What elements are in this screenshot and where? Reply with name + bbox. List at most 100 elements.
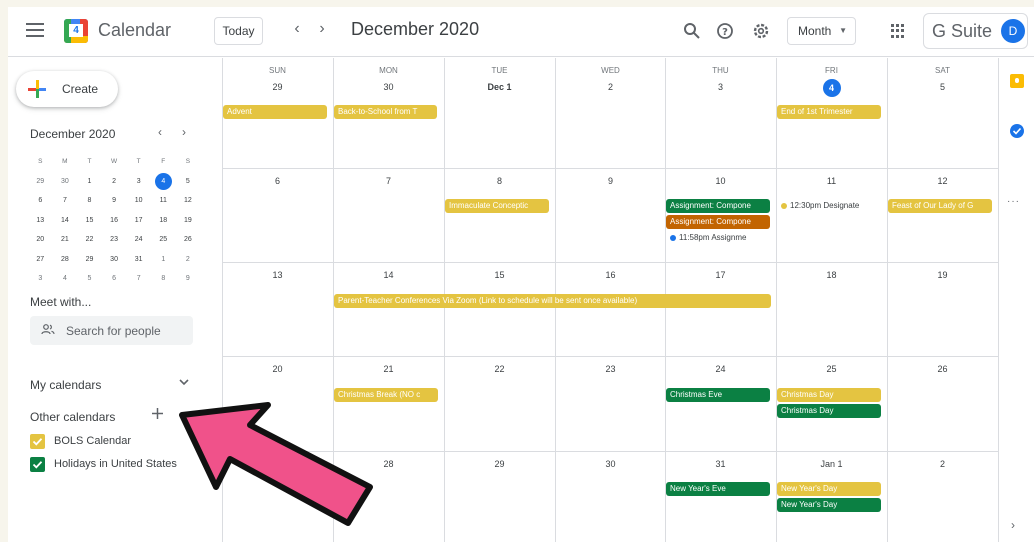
mini-calendar-prev-button[interactable]: ‹ <box>158 125 162 139</box>
event-chip[interactable]: Christmas Day <box>777 388 881 402</box>
search-people-input[interactable]: Search for people <box>30 316 193 345</box>
account-switcher[interactable]: G Suite D <box>923 13 1028 49</box>
event-chip[interactable]: Christmas Eve <box>666 388 770 402</box>
date-number[interactable]: 30 <box>555 459 666 469</box>
mini-day[interactable]: 30 <box>53 172 78 192</box>
event-chip[interactable]: Advent <box>223 105 327 119</box>
mini-day[interactable]: 30 <box>102 250 127 270</box>
mini-day[interactable]: 1 <box>151 250 176 270</box>
date-number[interactable]: 9 <box>555 176 666 186</box>
date-number[interactable]: 18 <box>776 270 887 280</box>
mini-day[interactable]: 25 <box>151 230 176 250</box>
event-chip[interactable]: Back-to-School from T <box>334 105 437 119</box>
date-number[interactable]: 26 <box>887 364 998 374</box>
date-number[interactable]: 5 <box>887 82 998 92</box>
date-number[interactable]: 25 <box>776 364 887 374</box>
date-number[interactable]: 15 <box>444 270 555 280</box>
event-chip[interactable]: Christmas Day <box>777 404 881 418</box>
mini-day[interactable]: 26 <box>176 230 201 250</box>
previous-period-button[interactable]: ‹ <box>288 20 306 38</box>
date-number[interactable]: 13 <box>222 270 333 280</box>
event-chip[interactable]: New Year's Eve <box>666 482 770 496</box>
date-number[interactable]: 31 <box>665 459 776 469</box>
mini-day[interactable]: 6 <box>28 191 53 211</box>
date-number[interactable]: 7 <box>333 176 444 186</box>
mini-day[interactable]: 20 <box>28 230 53 250</box>
checkbox-checked-icon[interactable] <box>30 457 45 472</box>
chevron-down-icon[interactable] <box>178 376 190 391</box>
help-icon[interactable]: ? <box>713 19 737 43</box>
mini-day[interactable]: 5 <box>77 269 102 289</box>
mini-day[interactable]: 27 <box>28 250 53 270</box>
mini-day[interactable]: 29 <box>77 250 102 270</box>
date-number[interactable]: 29 <box>444 459 555 469</box>
checkbox-checked-icon[interactable] <box>30 434 45 449</box>
date-number[interactable]: 6 <box>222 176 333 186</box>
mini-day[interactable]: 12 <box>176 191 201 211</box>
date-number[interactable]: 22 <box>444 364 555 374</box>
event-chip[interactable]: Assignment: Compone <box>666 215 770 229</box>
mini-day[interactable]: 14 <box>53 211 78 231</box>
add-calendar-plus-icon[interactable] <box>151 407 164 423</box>
mini-day[interactable]: 19 <box>176 211 201 231</box>
today-button[interactable]: Today <box>214 17 263 45</box>
mini-day-today[interactable]: 4 <box>151 172 176 192</box>
settings-gear-icon[interactable] <box>749 19 773 43</box>
mini-day[interactable]: 21 <box>53 230 78 250</box>
mini-day[interactable]: 18 <box>151 211 176 231</box>
next-period-button[interactable]: › <box>313 20 331 38</box>
date-number[interactable]: 19 <box>887 270 998 280</box>
mini-day[interactable]: 5 <box>176 172 201 192</box>
date-number[interactable]: 16 <box>555 270 666 280</box>
date-number[interactable]: 23 <box>555 364 666 374</box>
date-number[interactable]: 2 <box>887 459 998 469</box>
date-number[interactable]: Jan 1 <box>776 459 887 469</box>
date-number[interactable]: 24 <box>665 364 776 374</box>
date-number[interactable]: 11 <box>776 176 887 186</box>
mini-day[interactable]: 11 <box>151 191 176 211</box>
my-calendars-header[interactable]: My calendars <box>30 378 101 392</box>
date-number[interactable]: 29 <box>222 82 333 92</box>
avatar[interactable]: D <box>1001 19 1025 43</box>
main-menu-icon[interactable] <box>26 23 44 39</box>
event-chip-multiday[interactable]: Parent-Teacher Conferences Via Zoom (Lin… <box>334 294 771 308</box>
timed-event[interactable]: 12:30pm Designate <box>777 199 881 213</box>
mini-day[interactable]: 15 <box>77 211 102 231</box>
mini-day[interactable]: 31 <box>126 250 151 270</box>
view-selector[interactable]: Month ▼ <box>787 17 856 45</box>
date-number[interactable]: 10 <box>665 176 776 186</box>
apps-grid-icon[interactable] <box>891 24 905 38</box>
date-number[interactable]: 14 <box>333 270 444 280</box>
mini-day[interactable]: 8 <box>77 191 102 211</box>
mini-day[interactable]: 9 <box>102 191 127 211</box>
expand-panel-chevron-icon[interactable]: › <box>1011 518 1015 532</box>
mini-day[interactable]: 1 <box>77 172 102 192</box>
mini-day[interactable]: 24 <box>126 230 151 250</box>
date-number[interactable]: 21 <box>333 364 444 374</box>
search-icon[interactable] <box>680 19 704 43</box>
mini-day[interactable]: 10 <box>126 191 151 211</box>
mini-day[interactable]: 16 <box>102 211 127 231</box>
mini-day[interactable]: 3 <box>28 269 53 289</box>
mini-day[interactable]: 23 <box>102 230 127 250</box>
mini-day[interactable]: 13 <box>28 211 53 231</box>
date-number-today[interactable]: 4 <box>776 79 887 97</box>
date-number[interactable]: 12 <box>887 176 998 186</box>
event-chip[interactable]: New Year's Day <box>777 498 881 512</box>
mini-day[interactable]: 4 <box>53 269 78 289</box>
create-button[interactable]: Create <box>16 71 118 107</box>
mini-day[interactable]: 3 <box>126 172 151 192</box>
more-options-icon[interactable]: ··· <box>1007 196 1020 207</box>
event-chip[interactable]: Assignment: Compone <box>666 199 770 213</box>
mini-day[interactable]: 22 <box>77 230 102 250</box>
mini-day[interactable]: 28 <box>53 250 78 270</box>
mini-day[interactable]: 8 <box>151 269 176 289</box>
mini-day[interactable]: 7 <box>53 191 78 211</box>
event-chip[interactable]: New Year's Day <box>777 482 881 496</box>
mini-day[interactable]: 2 <box>102 172 127 192</box>
mini-day[interactable]: 9 <box>176 269 201 289</box>
mini-day[interactable]: 17 <box>126 211 151 231</box>
event-chip[interactable]: Immaculate Conceptic <box>445 199 549 213</box>
timed-event[interactable]: 11:58pm Assignme <box>666 231 770 245</box>
mini-day[interactable]: 7 <box>126 269 151 289</box>
